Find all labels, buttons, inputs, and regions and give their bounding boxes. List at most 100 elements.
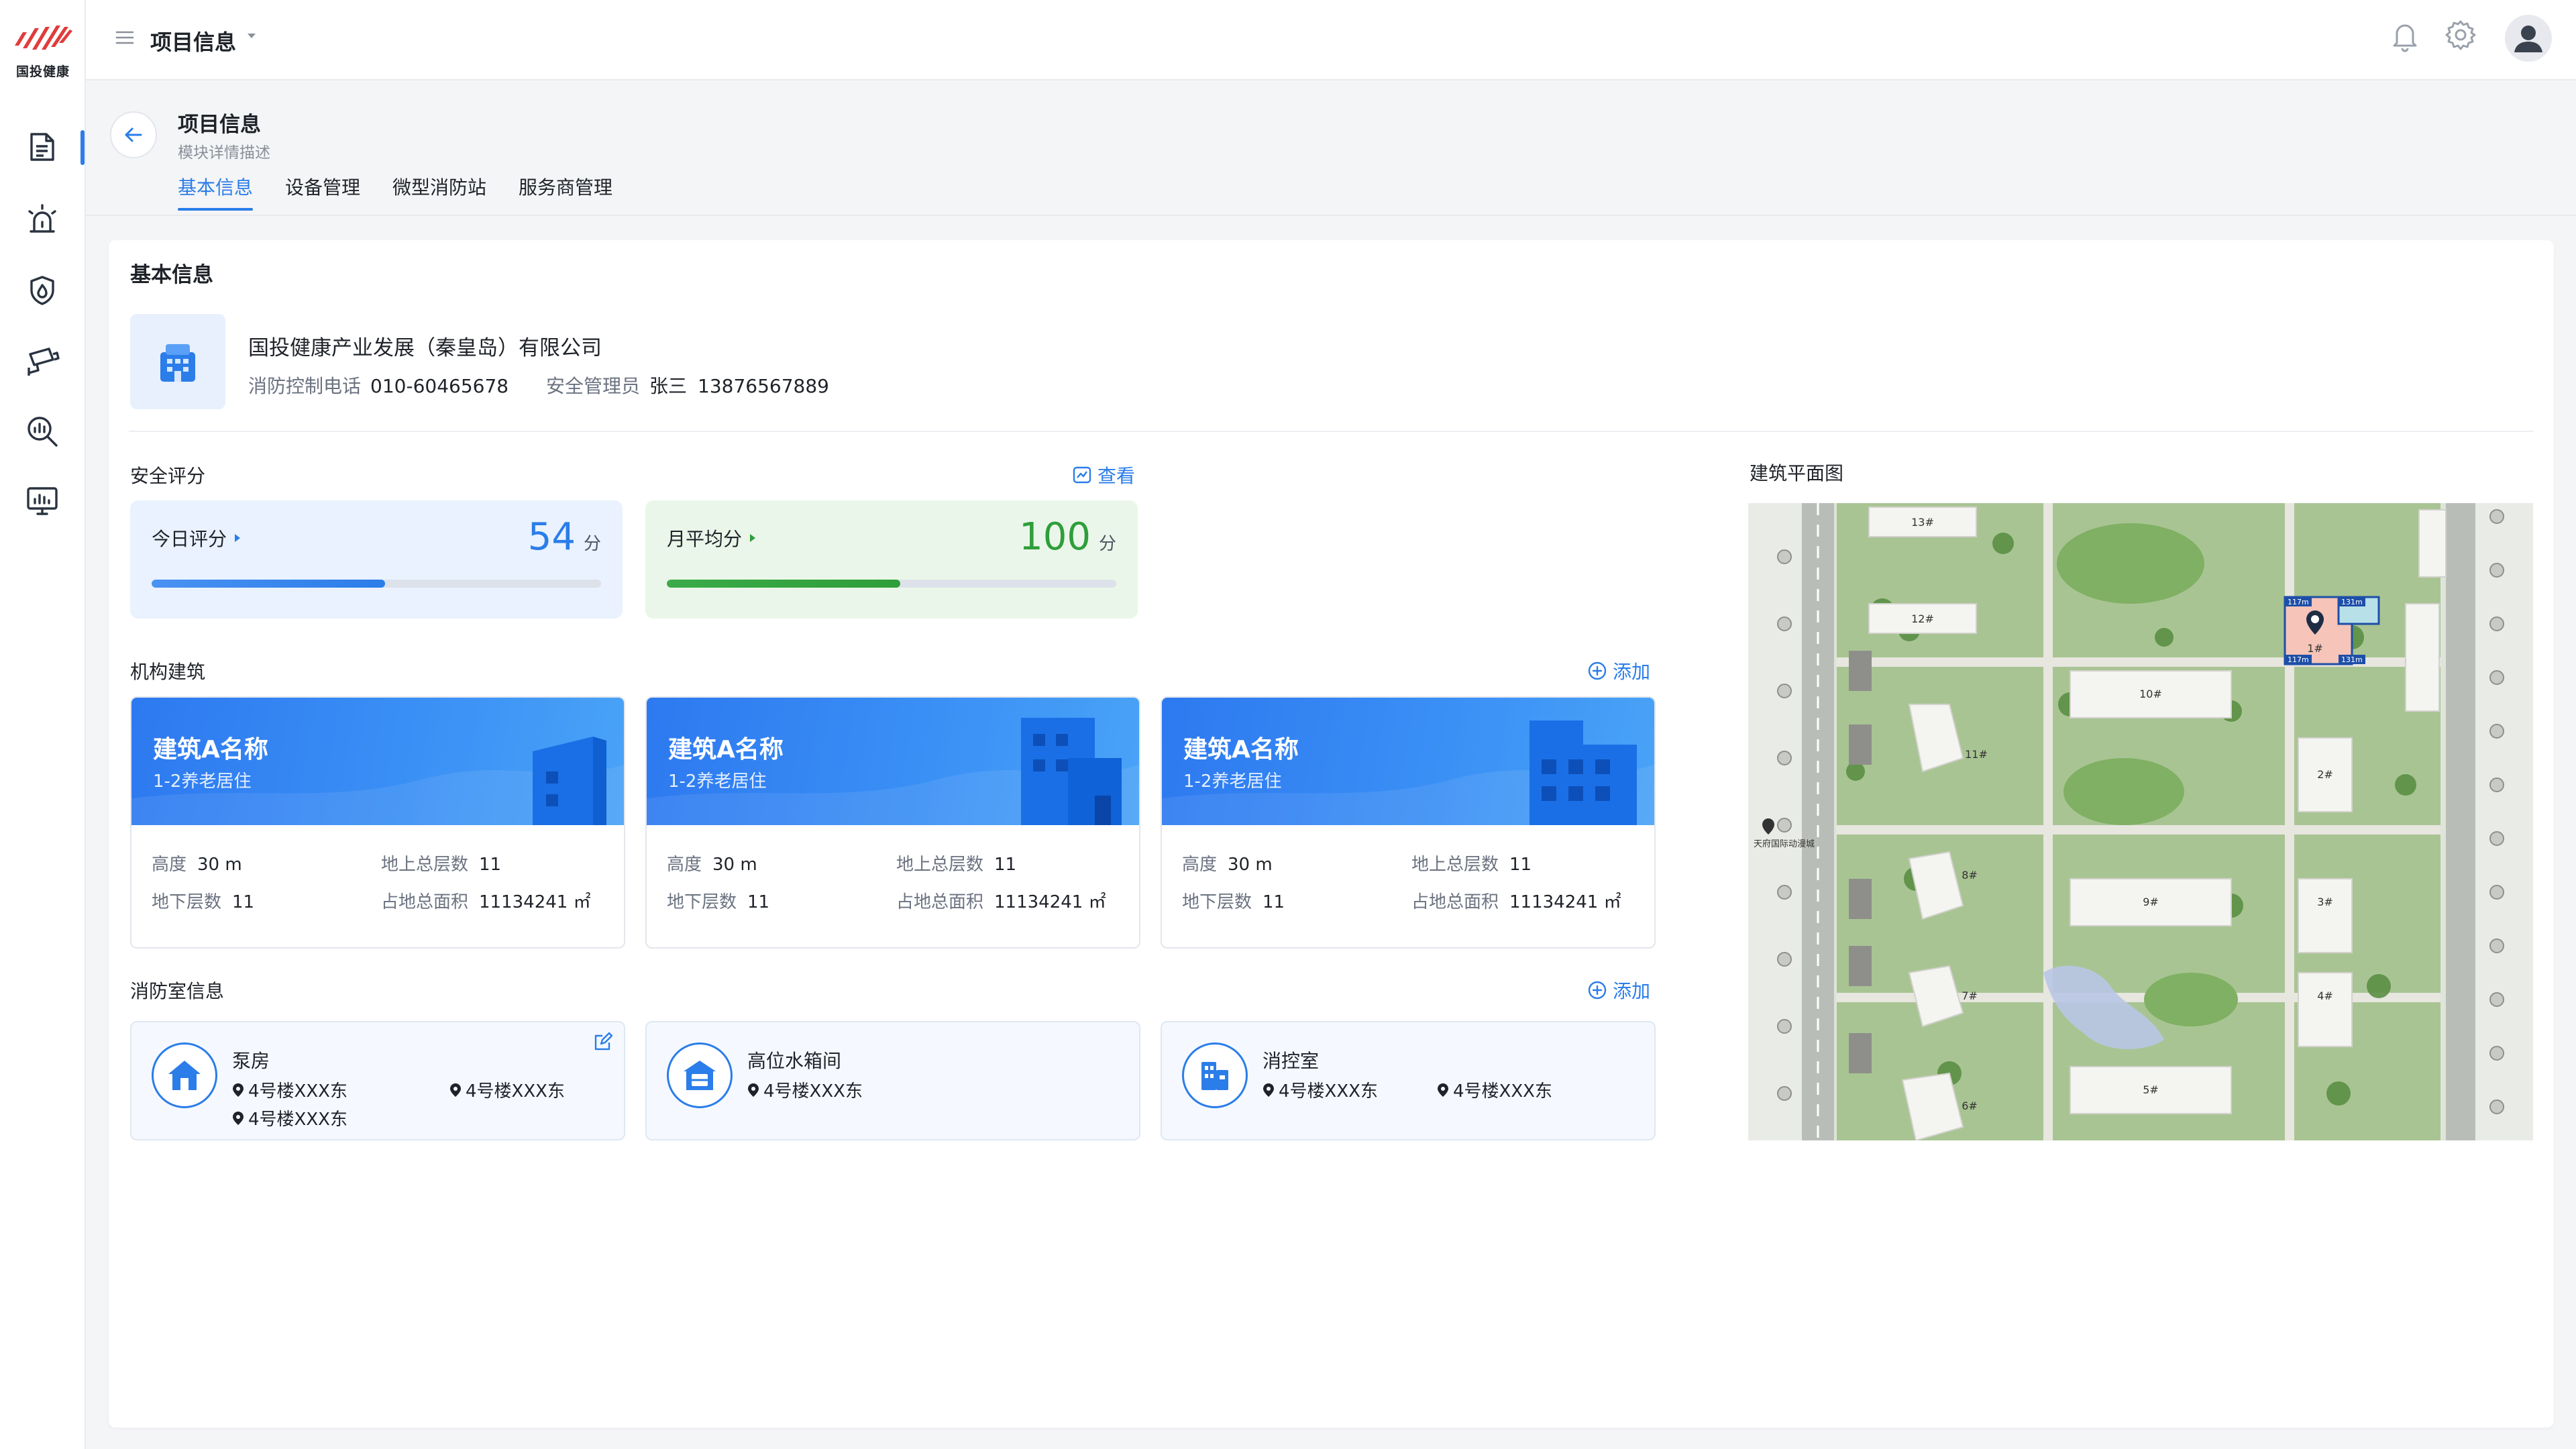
building-area-label: 占地总面积 [381, 892, 469, 912]
building-floors-below-value: 11 [747, 892, 770, 912]
basic-info-panel: 基本信息 国投健康产业发展（秦皇岛）有限公司 消防控制电话 010-6046567… [109, 240, 2554, 1428]
project-selector-title[interactable]: 项目信息 [150, 25, 236, 56]
monthly-score-card[interactable]: 月平均分 100 分 [645, 500, 1138, 619]
building-card[interactable]: 建筑A名称 1-2养老居住 高度 30 m 地上总层数 11 地下层数 11 占地总面… [645, 696, 1140, 949]
building-height: 高度 30 m [667, 851, 757, 875]
monitor-chart-icon [27, 487, 58, 515]
sidebar: 国投健康 [0, 0, 86, 1449]
fire-room-card-water-tank[interactable]: 高位水箱间 4号楼XXX东 [645, 1021, 1140, 1140]
building-floors-above-label: 地上总层数 [381, 855, 469, 875]
building-type: 1-2养老居住 [668, 771, 767, 792]
floor-plan-map[interactable]: 13# 12# 10# 11# 1# 2# 9# 8# 3# 7# 4# 5# … [1748, 503, 2533, 1140]
top-bar: 项目信息 [86, 0, 2576, 80]
avatar[interactable] [2505, 15, 2552, 62]
building-floors-below-label: 地下层数 [1182, 892, 1252, 912]
fire-room-location-text: 4号楼XXX东 [1453, 1081, 1552, 1102]
safety-score-title: 安全评分 [130, 465, 206, 487]
building-floors-below: 地下层数 11 [152, 888, 254, 913]
fire-room-location-text: 4号楼XXX东 [248, 1110, 347, 1130]
fire-room-location-text: 4号楼XXX东 [466, 1081, 565, 1102]
tab-service-provider[interactable]: 服务商管理 [519, 173, 612, 200]
menu-icon[interactable] [115, 30, 134, 46]
fire-room-icon-circle [152, 1042, 217, 1108]
sidebar-item-analysis[interactable] [21, 411, 63, 452]
sidebar-item-alarm[interactable] [21, 199, 63, 240]
fire-rooms-title: 消防室信息 [130, 980, 225, 1002]
building-area: 占地总面积 11134241 ㎡ [896, 888, 1106, 913]
building-area: 占地总面积 11134241 ㎡ [1411, 888, 1621, 913]
map-label: 13# [1911, 516, 1934, 529]
building-height-value: 30 m [197, 855, 242, 875]
org-manager-label: 安全管理员 [546, 375, 641, 397]
add-fire-room-button[interactable]: 添加 [1587, 977, 1650, 1004]
sidebar-item-project-info[interactable] [21, 126, 63, 168]
building-card[interactable]: 建筑A名称 1-2养老居住 高度 30 m 地上总层数 11 地下层数 11 占地总面… [130, 696, 625, 949]
building-area-label: 占地总面积 [1411, 892, 1499, 912]
section-divider [129, 431, 2534, 432]
building-area-value: 11134241 ㎡ [994, 892, 1106, 912]
sidebar-item-monitor[interactable] [21, 480, 63, 522]
building-height: 高度 30 m [152, 851, 242, 875]
tab-basic-info[interactable]: 基本信息 [178, 173, 253, 200]
org-phone-label: 消防控制电话 [248, 375, 362, 397]
building-card-header: 建筑A名称 1-2养老居住 [131, 698, 624, 825]
org-name: 国投健康产业发展（秦皇岛）有限公司 [248, 336, 602, 360]
building-height-label: 高度 [667, 855, 702, 875]
chevron-down-icon[interactable] [246, 31, 258, 40]
today-score-progress-fill [152, 580, 386, 588]
today-score-card[interactable]: 今日评分 54 分 [130, 500, 623, 619]
building-height-value: 30 m [712, 855, 757, 875]
map-label: 8# [1962, 869, 1978, 881]
building-type: 1-2养老居住 [1183, 771, 1282, 792]
today-score-number: 54 [527, 515, 576, 559]
building-height: 高度 30 m [1182, 851, 1273, 875]
back-button[interactable] [110, 111, 157, 158]
building-floors-below-value: 11 [1263, 892, 1285, 912]
sidebar-item-camera[interactable] [21, 341, 63, 382]
map-label: 11# [1965, 748, 1988, 761]
chart-view-icon [1073, 466, 1091, 484]
fire-room-location: 4号楼XXX东 [449, 1077, 565, 1102]
page-description: 模块详情描述 [178, 144, 270, 162]
building-name: 建筑A名称 [668, 736, 784, 763]
building-illustration-icon [1021, 718, 1122, 825]
map-marker-label: 131m [2341, 655, 2363, 664]
sidebar-item-fire-safety[interactable] [21, 270, 63, 311]
building-area-value: 11134241 ㎡ [1509, 892, 1621, 912]
map-marker-label: 117m [2288, 655, 2309, 664]
view-score-link[interactable]: 查看 [1072, 462, 1135, 488]
building-card[interactable]: 建筑A名称 1-2养老居住 高度 30 m 地上总层数 11 地下层数 11 占地总面… [1161, 696, 1656, 949]
building-floors-above-label: 地上总层数 [1411, 855, 1499, 875]
fire-room-card-pump[interactable]: 泵房 4号楼XXX东 4号楼XXX东 4号楼XXX东 [130, 1021, 625, 1140]
tab-device-management[interactable]: 设备管理 [285, 173, 360, 200]
caret-right-icon [235, 534, 241, 542]
edit-icon[interactable] [593, 1032, 613, 1052]
building-floors-below-value: 11 [232, 892, 255, 912]
building-card-header: 建筑A名称 1-2养老居住 [647, 698, 1139, 825]
site-plan-image: 13# 12# 10# 11# 1# 2# 9# 8# 3# 7# 4# 5# … [1748, 503, 2533, 1140]
map-label: 10# [2139, 688, 2162, 700]
today-score-progress [152, 580, 601, 588]
bell-icon[interactable] [2392, 20, 2418, 52]
org-phone-value: 010-60465678 [370, 375, 509, 397]
control-room-icon [1201, 1062, 1228, 1090]
fire-room-icon-circle [667, 1042, 733, 1108]
arrow-left-icon [125, 127, 142, 142]
tab-mini-fire-station[interactable]: 微型消防站 [392, 173, 486, 200]
today-score-label-text: 今日评分 [152, 528, 227, 550]
monthly-score-number: 100 [1019, 515, 1091, 559]
building-floors-above-value: 11 [1509, 855, 1532, 875]
plus-circle-icon [1588, 661, 1607, 680]
add-building-button[interactable]: 添加 [1587, 657, 1650, 684]
building-area-label: 占地总面积 [896, 892, 984, 912]
fire-room-location-text: 4号楼XXX东 [1279, 1081, 1378, 1102]
gear-icon[interactable] [2445, 19, 2477, 51]
building-illustration-icon [533, 737, 606, 825]
location-pin-icon [233, 1111, 244, 1125]
location-pin-icon [233, 1083, 244, 1097]
monthly-score-value: 100 分 [1019, 515, 1116, 559]
map-label: 9# [2143, 896, 2159, 908]
house-icon [168, 1061, 201, 1090]
fire-room-card-control[interactable]: 消控室 4号楼XXX东 4号楼XXX东 [1161, 1021, 1656, 1140]
building-floors-below-label: 地下层数 [667, 892, 737, 912]
